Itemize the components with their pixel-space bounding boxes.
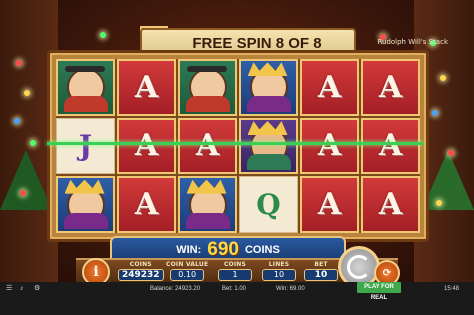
reel-symbol-king bbox=[56, 176, 115, 233]
bet-text: Bet: 1.00 bbox=[222, 286, 247, 292]
coins-label: COINS bbox=[129, 261, 152, 268]
bet-value: 10 bbox=[304, 269, 338, 281]
elf-body-icon bbox=[63, 95, 108, 112]
light-bulb-icon bbox=[30, 140, 36, 146]
balance-text: Balance: 24923.20 bbox=[150, 286, 201, 292]
symbol-letter: A bbox=[378, 69, 403, 105]
autoplay-icon: ⟳ bbox=[382, 267, 392, 279]
free-spin-title: FREE SPIN 8 OF 8 bbox=[192, 34, 322, 52]
bet-display: BET 10 bbox=[304, 261, 338, 281]
reel-symbol-a: A bbox=[361, 117, 420, 175]
symbol-letter: A bbox=[134, 69, 159, 105]
sound-icon[interactable]: ♪ bbox=[20, 285, 27, 292]
lines-value[interactable]: 10 bbox=[262, 269, 296, 281]
coin-value-label: COIN VALUE bbox=[166, 261, 209, 268]
light-bulb-icon bbox=[440, 75, 446, 81]
elf-band-body-icon bbox=[246, 154, 291, 171]
reel-symbol-q: Q bbox=[239, 176, 298, 233]
reel-symbol-elf bbox=[178, 59, 237, 116]
status-bar: ☰ ♪ ⚙ Balance: 24923.20 Bet: 1.00 Win: 6… bbox=[0, 282, 474, 315]
reel-symbol-king bbox=[239, 59, 298, 116]
bet-label: BET bbox=[314, 261, 328, 268]
coins-value: 249232 bbox=[118, 269, 164, 281]
king-body-icon bbox=[246, 95, 291, 112]
lines-label: LINES bbox=[268, 261, 290, 268]
light-bulb-icon bbox=[20, 190, 26, 196]
play-for-real-button[interactable]: PLAY FOR REAL bbox=[357, 282, 401, 301]
elf-body-icon bbox=[185, 95, 230, 112]
light-bulb-icon bbox=[24, 90, 30, 96]
christmas-tree-left bbox=[0, 150, 52, 210]
reel-symbol-king bbox=[178, 176, 237, 233]
win-label: WIN: bbox=[176, 244, 202, 256]
win-text: Win: 69.00 bbox=[276, 286, 305, 292]
light-bulb-icon bbox=[100, 32, 106, 38]
symbol-letter: A bbox=[317, 69, 342, 105]
clock-time: 15:48 bbox=[444, 286, 460, 292]
christmas-tree-right bbox=[422, 150, 474, 210]
symbol-letter: A bbox=[195, 128, 220, 164]
light-bulb-icon bbox=[448, 150, 454, 156]
reel-symbol-a: A bbox=[117, 117, 176, 175]
symbol-letter: A bbox=[378, 187, 403, 223]
light-bulb-icon bbox=[432, 110, 438, 116]
symbol-letter: A bbox=[378, 128, 403, 164]
reel-symbol-a: A bbox=[361, 59, 420, 116]
reel-symbol-j: J bbox=[56, 117, 115, 175]
coin-level-label: COINS bbox=[223, 261, 247, 268]
reel-symbol-a: A bbox=[300, 117, 359, 175]
light-bulb-icon bbox=[16, 60, 22, 66]
lines-selector[interactable]: LINES 10 bbox=[262, 261, 296, 281]
reel-symbol-elf bbox=[56, 59, 115, 116]
symbol-letter: A bbox=[317, 187, 342, 223]
reel-symbol-a: A bbox=[117, 176, 176, 233]
coins-balance-display: COINS 249232 bbox=[118, 261, 164, 281]
king-body-icon bbox=[63, 213, 108, 229]
light-bulb-icon bbox=[14, 118, 20, 124]
info-icon: i bbox=[93, 264, 99, 280]
symbol-letter: J bbox=[78, 129, 93, 163]
reel-symbol-elf-band bbox=[239, 117, 298, 175]
symbol-letter: Q bbox=[256, 188, 281, 222]
reel-symbol-a: A bbox=[117, 59, 176, 116]
settings-icon[interactable]: ⚙ bbox=[34, 285, 41, 292]
coin-value-selector[interactable]: COIN VALUE 0.10 bbox=[166, 261, 208, 281]
symbol-letter: A bbox=[134, 187, 159, 223]
win-unit: COINS bbox=[244, 244, 280, 256]
reel-symbol-a: A bbox=[300, 59, 359, 116]
brand-label: Rudolph Will's Stack bbox=[377, 38, 448, 46]
spin-icon bbox=[347, 255, 371, 279]
king-body-icon bbox=[185, 213, 230, 229]
coin-level-selector[interactable]: COINS 1 bbox=[218, 261, 252, 281]
reel-symbol-a: A bbox=[300, 176, 359, 233]
symbol-letter: A bbox=[134, 128, 159, 164]
reel-symbol-a: A bbox=[361, 176, 420, 233]
reel-symbol-a: A bbox=[178, 117, 237, 175]
reel-grid: A A A J A A A A A Q A A bbox=[56, 59, 420, 233]
slot-machine-frame: A A A J A A A A A Q A A bbox=[47, 50, 429, 242]
coin-level-value[interactable]: 1 bbox=[218, 269, 252, 281]
menu-icon[interactable]: ☰ bbox=[6, 285, 13, 292]
light-bulb-icon bbox=[436, 200, 442, 206]
winning-payline bbox=[47, 142, 423, 145]
symbol-letter: A bbox=[317, 128, 342, 164]
coin-value-value[interactable]: 0.10 bbox=[170, 269, 205, 281]
